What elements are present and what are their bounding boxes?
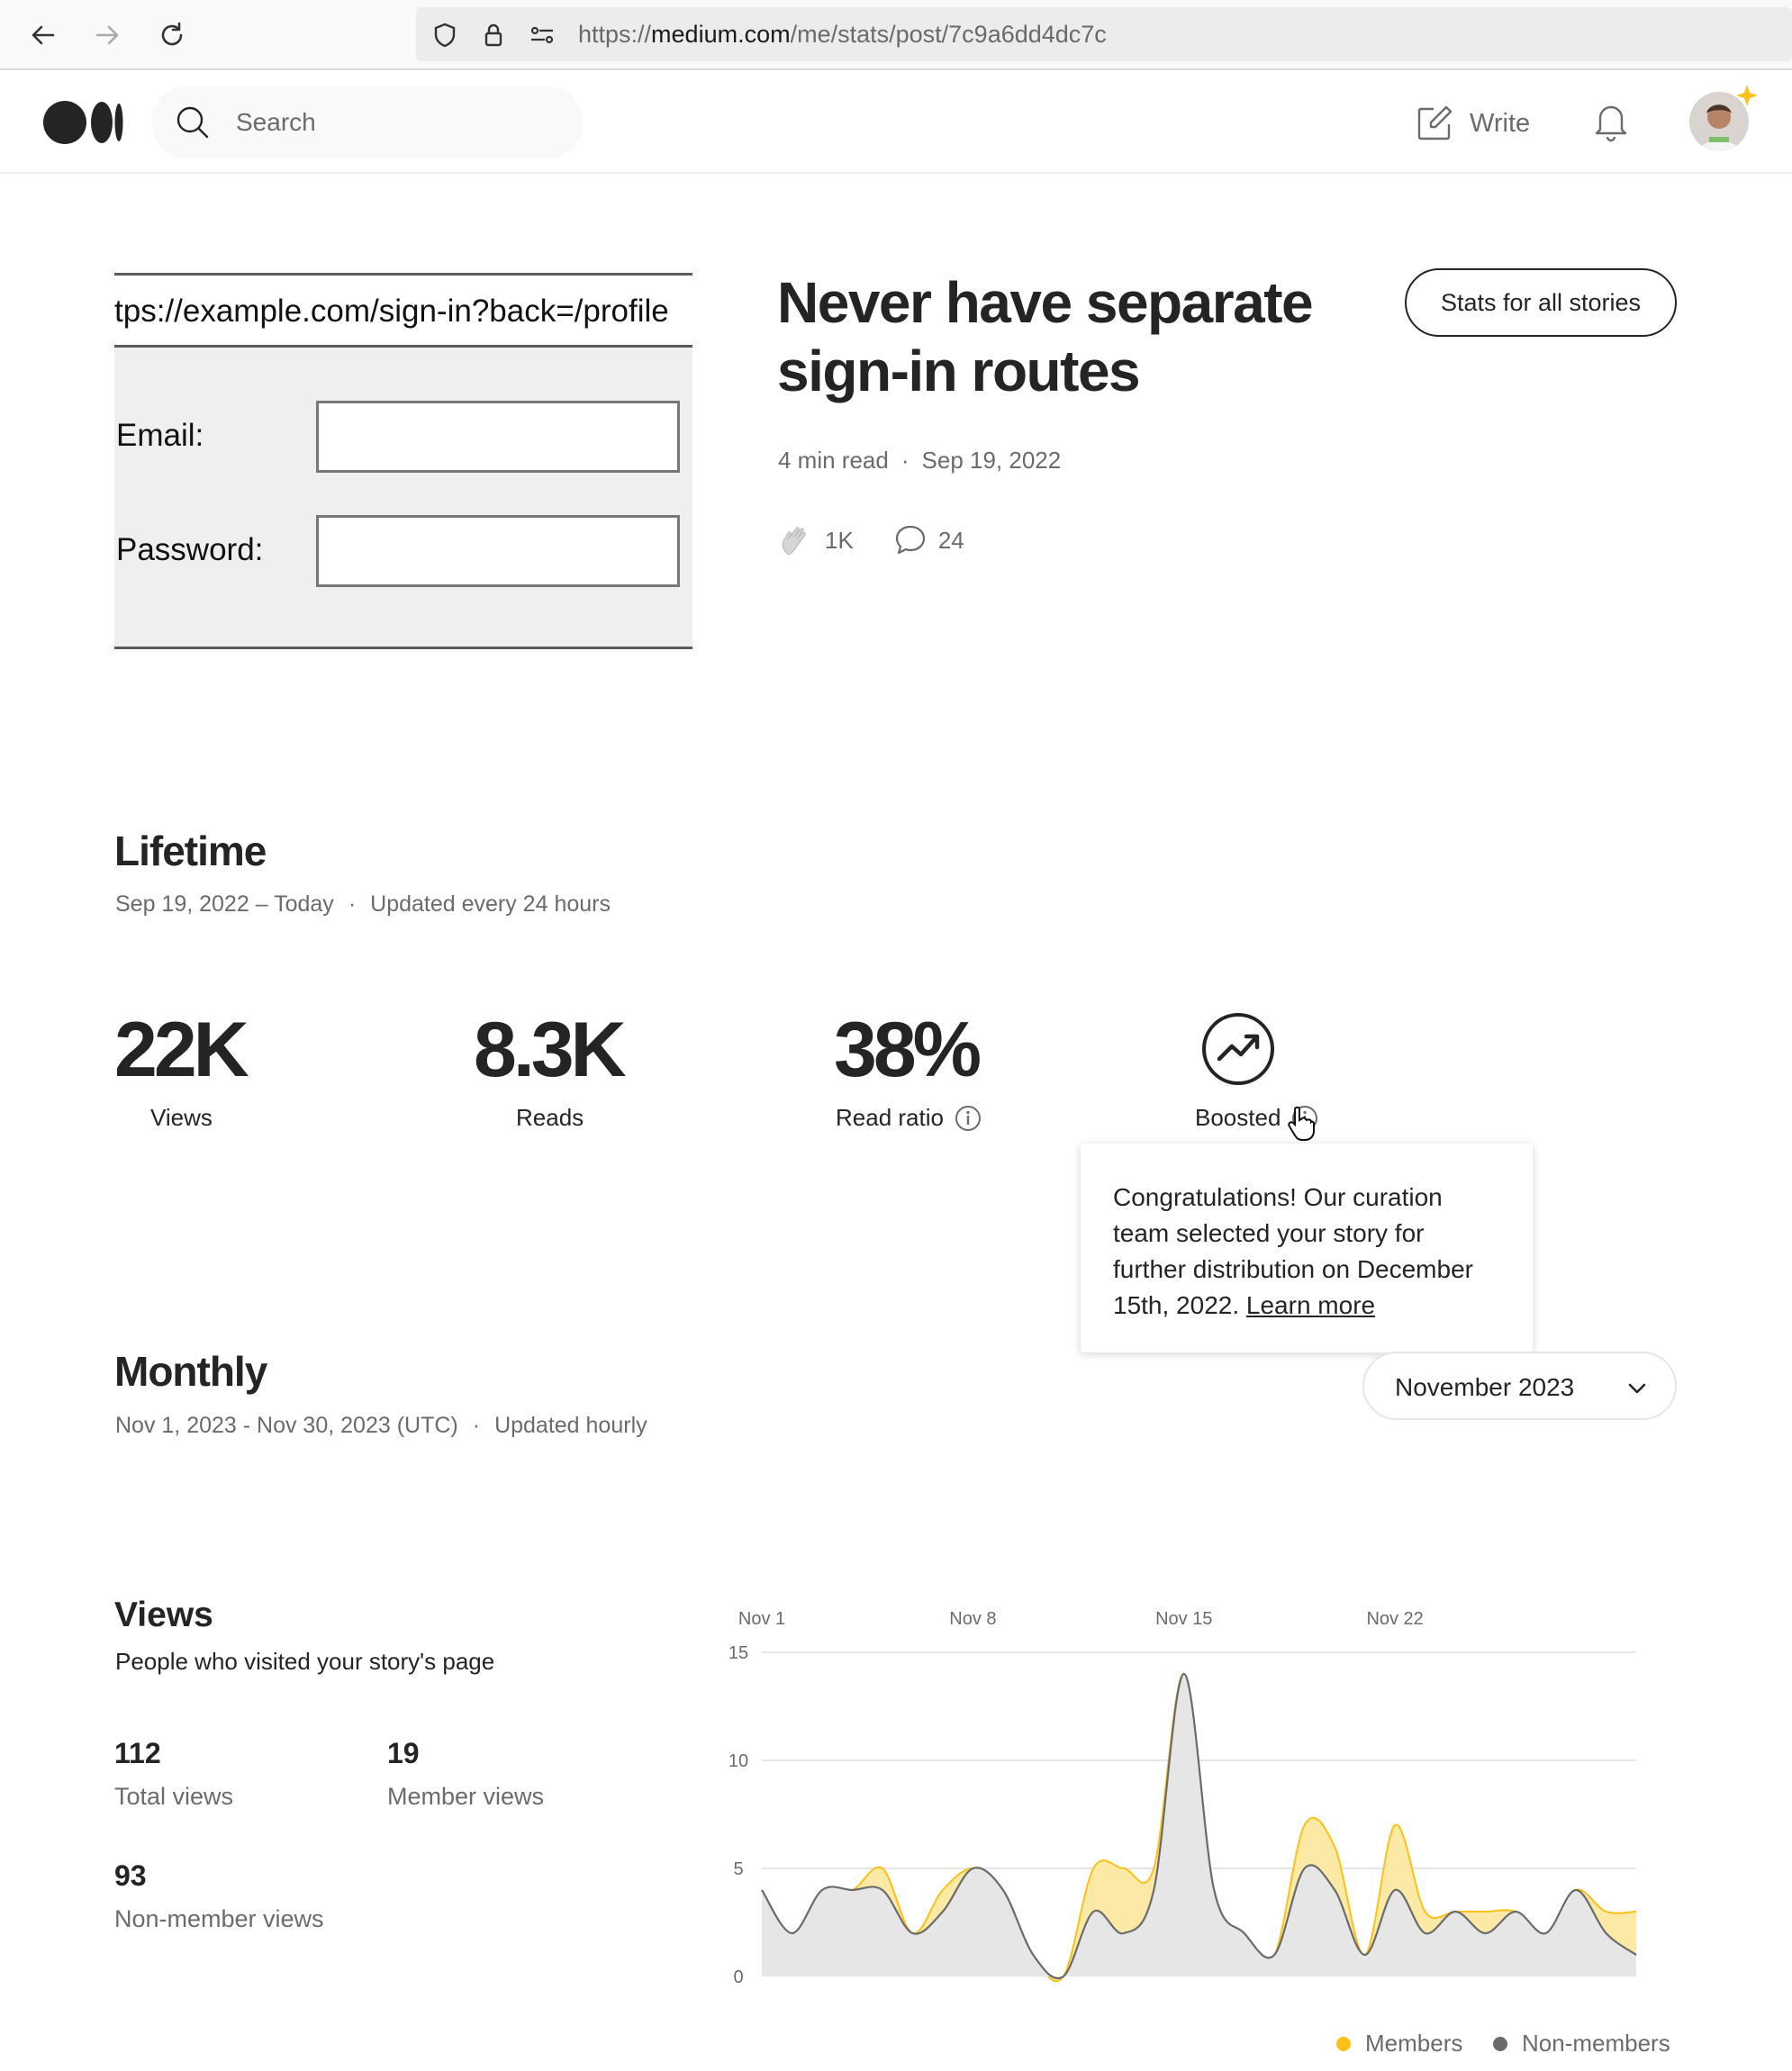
hand-pointer-cursor-icon [1288,1106,1315,1141]
members-legend-dot [1336,2036,1351,2051]
separator: · [348,891,357,917]
nonmembers-area [762,1674,1636,1979]
responses-count: 24 [893,523,964,557]
separator: · [472,1413,481,1438]
monthly-range: Nov 1, 2023 - Nov 30, 2023 (UTC) [115,1413,458,1438]
write-label: Write [1470,108,1531,138]
url-scheme: https:// [578,21,652,48]
y-tick-label: 0 [733,1967,743,1987]
nonmember-views-label: Non-member views [114,1905,324,1932]
x-tick-label: Nov 22 [1366,1609,1423,1629]
lock-icon[interactable] [480,22,507,49]
legend-nonmembers: Non-members [1493,2030,1670,2057]
stats-for-all-stories-button[interactable]: Stats for all stories [1405,268,1677,337]
boosted-tooltip: Congratulations! Our curation team selec… [1081,1144,1533,1352]
thumbnail-password-label: Password: [116,532,264,567]
clap-icon [782,527,806,556]
reads-total-value: 8.3K [474,1007,627,1093]
chevron-down-icon [1628,1383,1646,1394]
views-heading: Views [114,1596,213,1634]
total-views-label: Total views [114,1783,234,1810]
browser-toolbar: https://medium.com/me/stats/post/7c9a6dd… [0,0,1792,70]
read-ratio-value: 38% [834,1007,982,1093]
y-tick-label: 10 [729,1751,748,1771]
url-host: medium.com [651,21,791,48]
members-legend-label: Members [1365,2030,1463,2057]
views-total-value: 22K [114,1007,249,1093]
story-title[interactable]: Never have separate sign-in routes [777,268,1371,405]
lifetime-heading: Lifetime [114,827,267,874]
thumbnail-email-label: Email: [116,418,204,453]
reads-total-label: Reads [516,1104,584,1131]
story-engagement: 1K 24 [778,522,1004,558]
write-button[interactable]: Write [1416,101,1530,146]
read-ratio-label-row: Read ratio [836,1104,982,1132]
search-icon [176,106,209,139]
x-tick-label: Nov 8 [949,1609,996,1629]
meta-separator: · [901,447,910,474]
shield-icon[interactable] [431,22,458,49]
publish-date: Sep 19, 2022 [921,447,1062,474]
lifetime-subtitle: Sep 19, 2022 – Today · Updated every 24 … [115,891,611,918]
url-path: /me/stats/post/7c9a6dd4dc7c [790,21,1107,48]
responses-value: 24 [937,526,964,554]
reload-icon [161,22,183,46]
forward-button[interactable] [87,15,127,55]
thumbnail-email-field [316,401,680,473]
month-dropdown-value: November 2023 [1395,1373,1575,1401]
y-tick-label: 5 [733,1859,743,1879]
read-time: 4 min read [778,447,889,474]
site-permissions-icon[interactable] [528,22,557,49]
member-views-label: Member views [387,1783,545,1810]
y-tick-label: 15 [729,1643,748,1663]
story-thumbnail: tps://example.com/sign-in?back=/profile … [114,273,692,649]
lifetime-update-note: Updated every 24 hours [370,891,611,917]
thumbnail-password-field [316,515,680,587]
monthly-subtitle: Nov 1, 2023 - Nov 30, 2023 (UTC) · Updat… [115,1413,647,1439]
read-ratio-label: Read ratio [836,1104,944,1131]
nonmember-views-value: 93 [114,1859,147,1892]
x-tick-label: Nov 1 [738,1609,785,1629]
boosted-trend-icon [1202,1013,1274,1085]
user-avatar[interactable] [1689,85,1758,151]
info-icon[interactable] [955,1105,982,1132]
learn-more-link[interactable]: Learn more [1246,1291,1375,1319]
x-tick-label: Nov 15 [1155,1609,1212,1629]
nonmembers-legend-label: Non-members [1522,2030,1670,2057]
claps-count: 1K [778,522,854,558]
forward-arrow-icon [95,25,119,45]
comment-bubble-icon [895,525,925,555]
views-description: People who visited your story's page [115,1648,495,1675]
views-total-label: Views [150,1104,213,1131]
search-bar[interactable] [151,86,584,158]
views-area-chart: 0 5 10 15 Nov 1 Nov 8 Nov 15 Nov 22 [729,1609,1637,1987]
address-bar[interactable]: https://medium.com/me/stats/post/7c9a6dd… [416,7,1792,61]
claps-value: 1K [825,526,854,554]
total-views-value: 112 [114,1737,161,1769]
story-meta: 4 min read · Sep 19, 2022 [778,447,1061,475]
medium-logo-icon[interactable] [43,101,124,144]
thumbnail-url-text: tps://example.com/sign-in?back=/profile [114,276,692,348]
back-arrow-icon [32,25,55,45]
monthly-heading: Monthly [114,1348,267,1395]
legend-members: Members [1336,2030,1462,2057]
month-dropdown[interactable]: November 2023 [1362,1352,1677,1420]
member-views-value: 19 [387,1737,420,1769]
sparkle-icon [1736,85,1758,106]
back-button[interactable] [23,15,63,55]
search-input[interactable] [236,101,560,144]
monthly-update-note: Updated hourly [494,1413,647,1438]
lifetime-range: Sep 19, 2022 – Today [115,891,334,917]
boosted-label: Boosted [1195,1104,1281,1131]
url-text[interactable]: https://medium.com/me/stats/post/7c9a6dd… [578,21,1107,49]
nonmembers-legend-dot [1493,2036,1507,2051]
reload-button[interactable] [152,15,192,55]
write-icon [1417,105,1453,140]
notifications-bell-icon[interactable] [1592,101,1630,142]
site-header: Write [0,70,1792,174]
